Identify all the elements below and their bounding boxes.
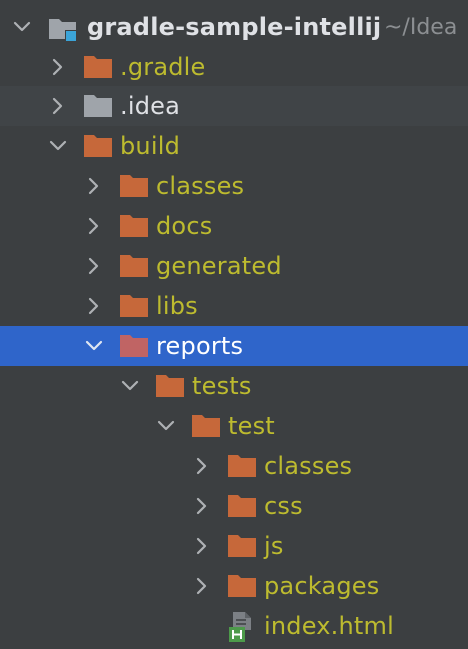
tree-item-label: .idea bbox=[120, 92, 181, 120]
chevron-down-icon[interactable] bbox=[84, 326, 104, 366]
tree-item-label: index.html bbox=[264, 612, 394, 640]
folder-icon bbox=[228, 495, 256, 517]
html-file-icon bbox=[229, 611, 257, 643]
tree-item-label: css bbox=[264, 492, 303, 520]
chevron-right-icon[interactable] bbox=[84, 166, 104, 206]
folder-icon bbox=[120, 335, 148, 357]
tree-item-label: packages bbox=[264, 572, 380, 600]
folder-icon bbox=[120, 295, 148, 317]
tree-item-label: generated bbox=[156, 252, 282, 280]
tree-item-build[interactable]: build bbox=[0, 126, 468, 166]
tree-item-test[interactable]: test bbox=[0, 406, 468, 446]
tree-item-label: .gradle bbox=[120, 53, 206, 81]
folder-icon bbox=[228, 535, 256, 557]
tree-item-libs[interactable]: libs bbox=[0, 286, 468, 326]
folder-icon bbox=[120, 255, 148, 277]
tree-item-label: build bbox=[120, 132, 181, 160]
tree-item-label: docs bbox=[156, 212, 213, 240]
tree-root-row[interactable]: gradle-sample-intellij ~/Idea bbox=[0, 7, 468, 47]
chevron-right-icon[interactable] bbox=[192, 446, 212, 486]
tree-item-generated[interactable]: generated bbox=[0, 246, 468, 286]
project-name: gradle-sample-intellij bbox=[87, 13, 382, 41]
tree-item-css[interactable]: css bbox=[0, 486, 468, 526]
tree-item-docs[interactable]: docs bbox=[0, 206, 468, 246]
folder-icon bbox=[192, 415, 220, 437]
tree-item-packages[interactable]: packages bbox=[0, 566, 468, 606]
folder-icon bbox=[120, 215, 148, 237]
chevron-right-icon[interactable] bbox=[84, 206, 104, 246]
tree-item-label: classes bbox=[156, 172, 245, 200]
chevron-down-icon[interactable] bbox=[156, 406, 176, 446]
module-folder-icon bbox=[48, 14, 78, 44]
tree-item-tests[interactable]: tests bbox=[0, 366, 468, 406]
tree-item-label: classes bbox=[264, 452, 353, 480]
folder-icon bbox=[84, 95, 112, 117]
chevron-down-icon[interactable] bbox=[120, 366, 140, 406]
chevron-right-icon[interactable] bbox=[192, 486, 212, 526]
project-path: ~/Idea bbox=[384, 15, 458, 40]
tree-item-label: test bbox=[228, 412, 275, 440]
chevron-right-icon[interactable] bbox=[192, 526, 212, 566]
tree-item-gradle[interactable]: .gradle bbox=[0, 47, 468, 87]
tree-item-js[interactable]: js bbox=[0, 526, 468, 566]
chevron-right-icon[interactable] bbox=[84, 286, 104, 326]
folder-icon bbox=[84, 56, 112, 78]
tree-item-reports[interactable]: reports bbox=[0, 326, 468, 366]
tree-item-label: libs bbox=[156, 292, 198, 320]
tree-item-label: js bbox=[264, 532, 284, 560]
chevron-down-icon[interactable] bbox=[48, 126, 68, 166]
tree-item-label: reports bbox=[156, 332, 244, 360]
tree-item-label: tests bbox=[192, 372, 252, 400]
folder-icon bbox=[84, 135, 112, 157]
chevron-right-icon[interactable] bbox=[192, 566, 212, 606]
chevron-down-icon[interactable] bbox=[12, 7, 32, 47]
folder-icon bbox=[228, 455, 256, 477]
chevron-right-icon[interactable] bbox=[48, 47, 68, 87]
tree-item-idea[interactable]: .idea bbox=[0, 86, 468, 126]
tree-item-index-html[interactable]: index.html bbox=[0, 606, 468, 646]
project-tree: gradle-sample-intellij ~/Idea .gradle .i… bbox=[0, 0, 468, 646]
folder-icon bbox=[120, 175, 148, 197]
folder-icon bbox=[156, 375, 184, 397]
chevron-right-icon[interactable] bbox=[48, 86, 68, 126]
folder-icon bbox=[228, 575, 256, 597]
tree-item-classes[interactable]: classes bbox=[0, 166, 468, 206]
chevron-right-icon[interactable] bbox=[84, 246, 104, 286]
tree-item-test-classes[interactable]: classes bbox=[0, 446, 468, 486]
